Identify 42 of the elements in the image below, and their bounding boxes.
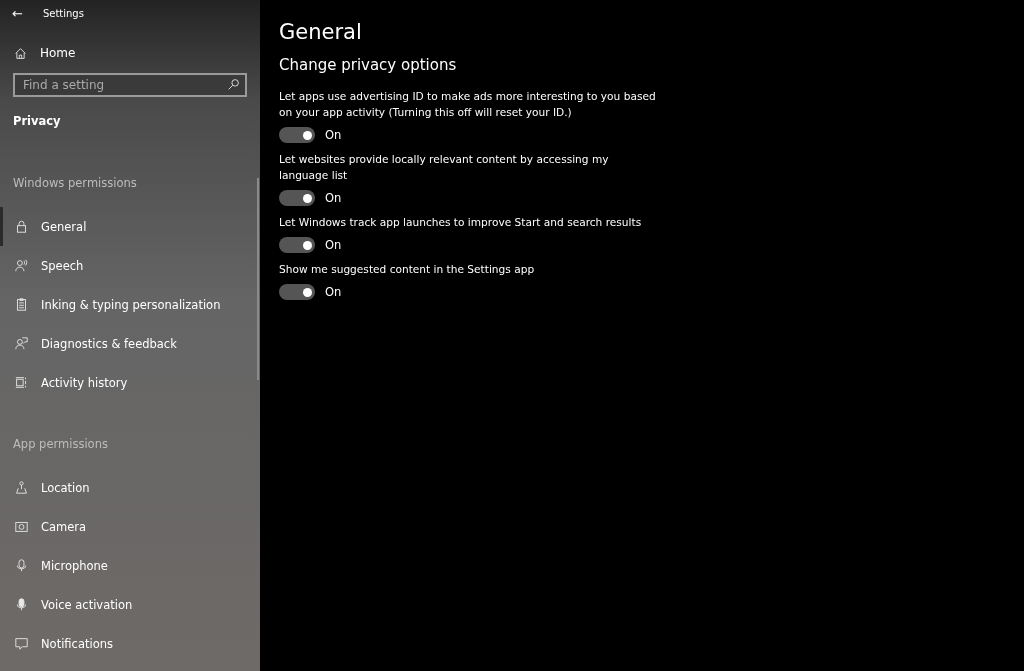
location-icon (15, 481, 28, 494)
microphone-icon (15, 598, 28, 611)
group-heading: App permissions (13, 437, 109, 451)
section-heading: Change privacy options (279, 56, 458, 74)
nav-item[interactable]: Speech (0, 246, 260, 285)
home-icon (14, 46, 27, 60)
group-heading: Windows permissions (13, 176, 138, 190)
nav-item[interactable]: Activity history (0, 363, 260, 402)
timeline-icon (15, 376, 28, 389)
person-sound-icon (15, 259, 28, 272)
nav-item[interactable]: Location (0, 468, 260, 507)
nav-item[interactable]: Diagnostics & feedback (0, 324, 260, 363)
page-title: General (279, 20, 363, 44)
toggle-state: On (325, 285, 342, 299)
option-description: Let apps use advertising ID to make ads more interesting to you based on your app activity (Turning this off will reset your ID.) (279, 89, 657, 120)
toggle-switch[interactable] (279, 190, 315, 206)
nav-item[interactable]: Microphone (0, 546, 260, 585)
back-button[interactable]: ← (12, 6, 23, 21)
option-description: Let websites provide locally relevant content by accessing my language list (279, 152, 610, 183)
speech-bubble-icon (15, 637, 28, 650)
toggle-switch[interactable] (279, 127, 315, 143)
home-link[interactable]: Home (40, 46, 76, 60)
toggle-switch[interactable] (279, 237, 315, 253)
lock-icon (15, 220, 28, 233)
camera-icon (15, 520, 28, 533)
nav-item[interactable]: Inking & typing personalization (0, 285, 260, 324)
toggle-state: On (325, 191, 342, 205)
microphone-icon (15, 559, 28, 572)
toggle-switch[interactable] (279, 284, 315, 300)
option-description: Show me suggested content in the Settings app (279, 262, 536, 277)
nav-item[interactable]: Notifications (0, 624, 260, 663)
window-title: Settings (42, 8, 84, 19)
person-feedback-icon (15, 337, 28, 350)
toggle-state: On (325, 238, 342, 252)
option-description: Let Windows track app launches to improve Start and search results (279, 215, 643, 230)
toggle-state: On (325, 128, 342, 142)
nav-item[interactable]: Camera (0, 507, 260, 546)
search-field[interactable]: Find a setting (13, 73, 247, 97)
nav-item[interactable]: Voice activation (0, 585, 260, 624)
clipboard-icon (15, 298, 28, 311)
search-icon (227, 78, 240, 91)
section-title: Privacy (13, 114, 62, 128)
